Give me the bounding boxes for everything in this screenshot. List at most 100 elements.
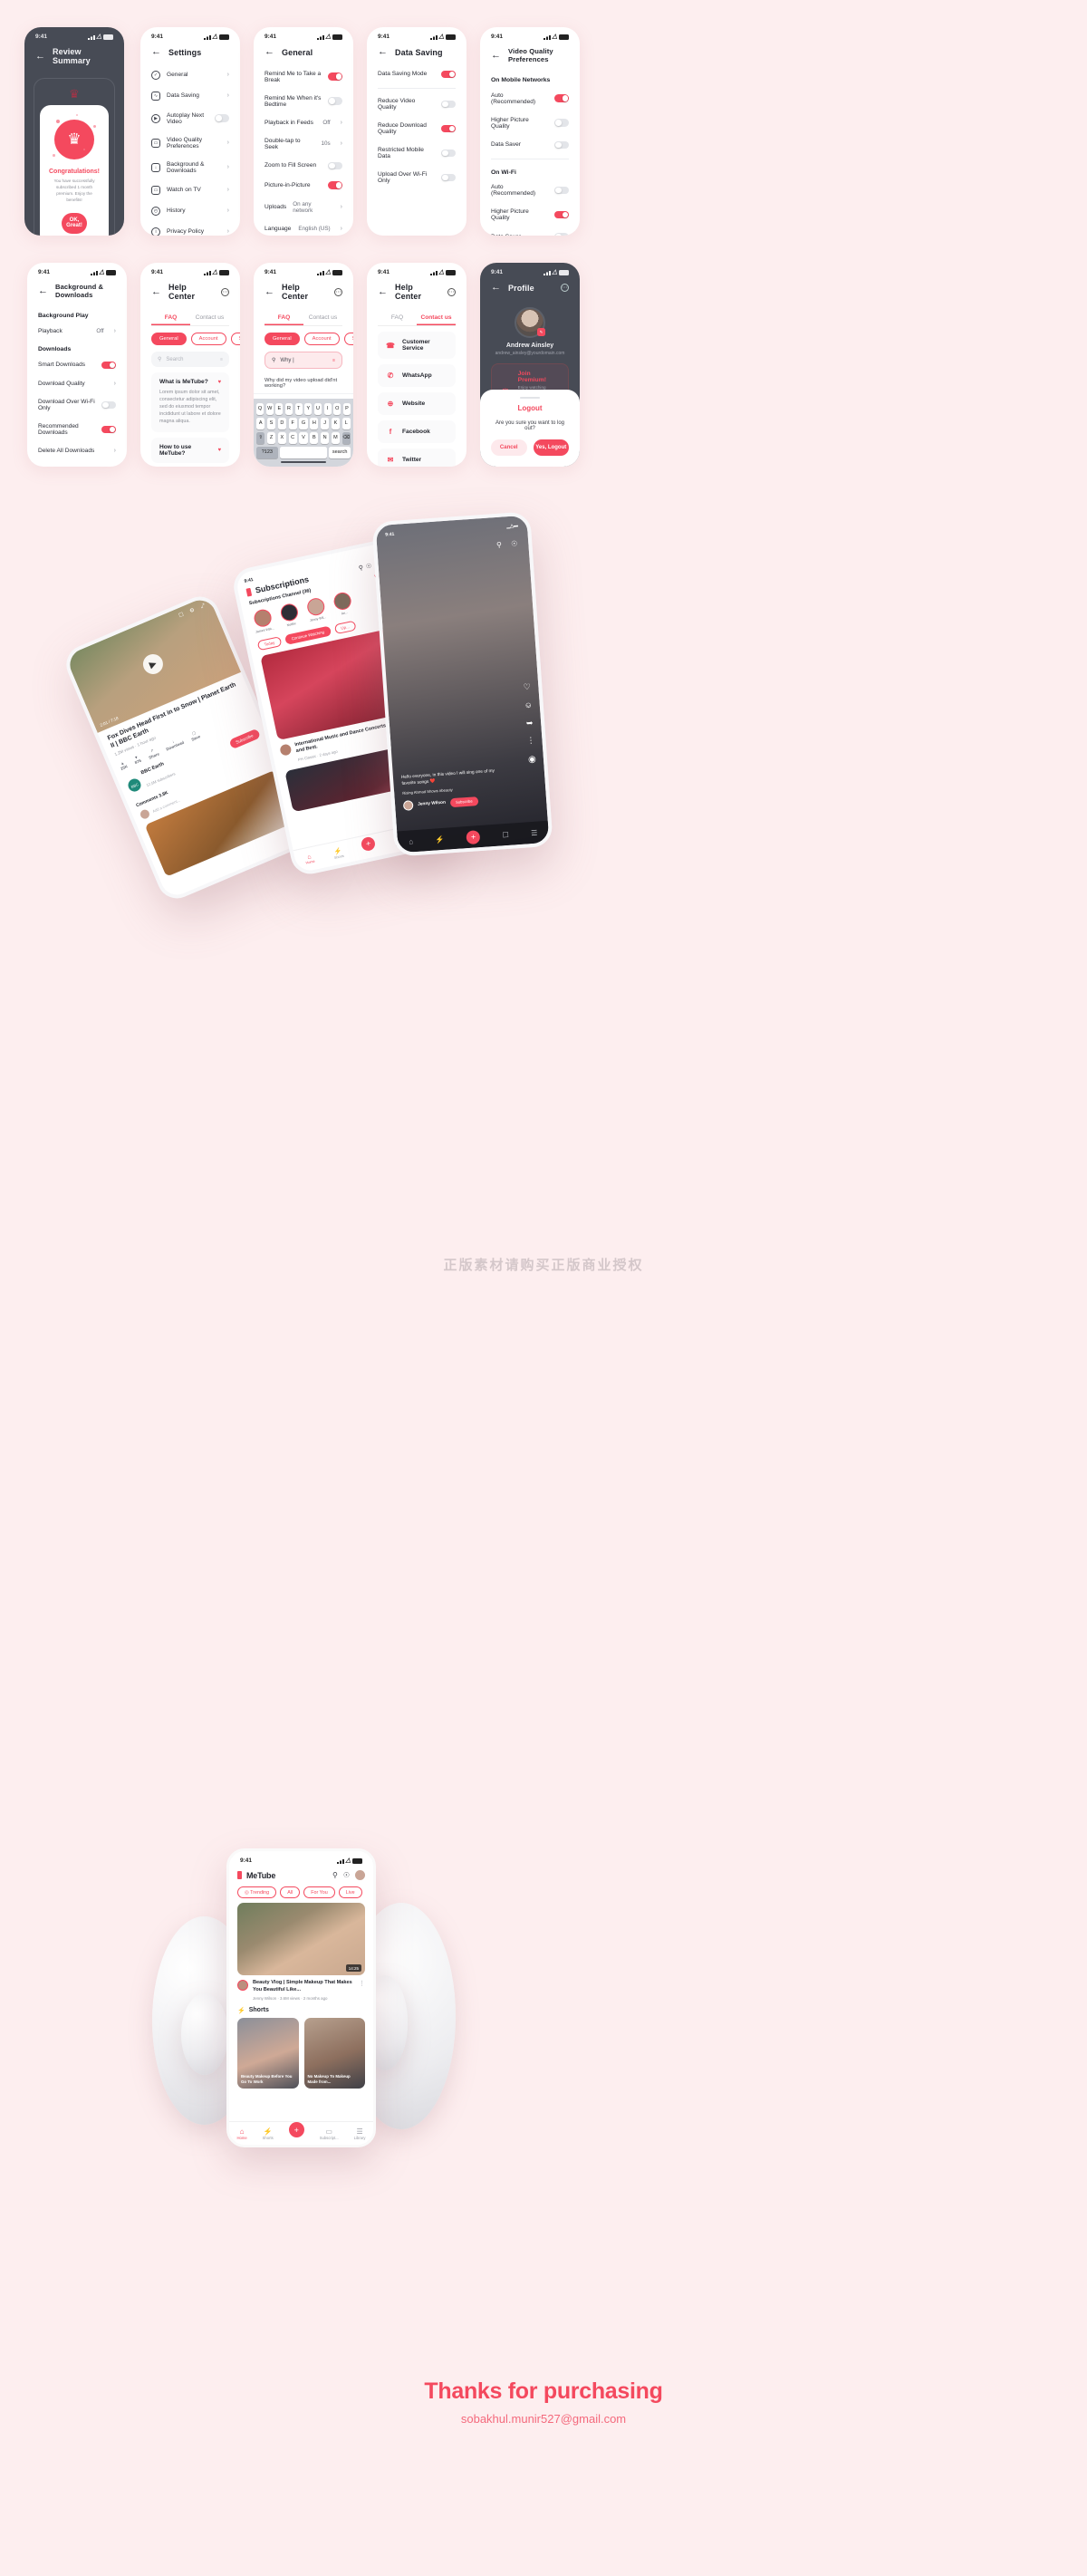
chip-for-you[interactable]: For You xyxy=(303,1886,335,1898)
play-button[interactable]: ▶ xyxy=(139,651,167,678)
more-icon[interactable]: ⋮ xyxy=(526,732,535,750)
toggle-switch[interactable] xyxy=(215,114,229,122)
key-N[interactable]: N xyxy=(320,431,330,444)
data-saving-row[interactable]: Reduce Video Quality xyxy=(367,92,467,117)
yes-logout-button[interactable]: Yes, Logout xyxy=(533,439,569,456)
drag-handle[interactable] xyxy=(520,396,540,399)
filter-icon[interactable]: ≡ xyxy=(332,358,335,363)
share-icon[interactable]: ➥ xyxy=(525,714,534,732)
avatar[interactable] xyxy=(355,1870,365,1880)
key-D[interactable]: D xyxy=(277,417,286,429)
channel-avatar[interactable] xyxy=(332,591,352,612)
video-quality-row[interactable]: Data Saver xyxy=(480,135,580,155)
toggle-switch[interactable] xyxy=(554,186,569,195)
search-suggestion[interactable]: Why did my video upload did'nt working? xyxy=(254,372,353,394)
toggle-switch[interactable] xyxy=(101,361,116,369)
like-icon[interactable]: ♡ xyxy=(523,679,532,697)
settings-row[interactable]: ✓ General › xyxy=(140,64,240,85)
data-saving-row[interactable]: Data Saving Mode xyxy=(367,64,467,84)
key-X[interactable]: X xyxy=(277,431,286,444)
key-W[interactable]: W xyxy=(265,402,274,415)
tab-faq[interactable]: FAQ xyxy=(151,310,190,325)
key-B[interactable]: B xyxy=(310,431,319,444)
download-row[interactable]: Smart Downloads xyxy=(27,355,127,375)
chip-service[interactable]: Service xyxy=(343,333,353,345)
chip-all[interactable]: All xyxy=(280,1886,301,1898)
settings-row[interactable]: ◴ History › xyxy=(140,200,240,221)
player-controls[interactable]: ☐ ⚙ ⤢ xyxy=(178,602,209,621)
row-playback[interactable]: Playback Off › xyxy=(27,322,127,340)
subscribe-button[interactable]: Subscribe xyxy=(227,728,261,750)
video-quality-row[interactable]: Higher Picture Quality xyxy=(480,111,580,135)
key-K[interactable]: K xyxy=(331,417,341,429)
faq-item[interactable]: What is MeTube? ♥ Lorem ipsum dolor sit am… xyxy=(151,372,229,432)
channel-avatar[interactable] xyxy=(252,607,273,629)
nav-library-icon[interactable]: ☰ xyxy=(531,828,538,836)
settings-row[interactable]: ▭ Video Quality Preferences › xyxy=(140,130,240,155)
general-row[interactable]: Remind Me When it's Bedtime xyxy=(254,89,353,113)
toggle-switch[interactable] xyxy=(554,210,569,219)
channel-item[interactable]: Netflix xyxy=(277,602,302,628)
general-row[interactable]: Double-tap to Seek 10s › xyxy=(254,131,353,156)
back-icon[interactable]: ← xyxy=(265,47,274,57)
header-actions[interactable]: ⚲☉ xyxy=(358,562,374,572)
toggle-switch[interactable] xyxy=(554,233,569,236)
nav-create-button[interactable]: + xyxy=(466,829,481,844)
key-H[interactable]: H xyxy=(310,417,319,429)
general-row[interactable]: Picture-in-Picture xyxy=(254,176,353,196)
channel-item[interactable]: An... xyxy=(331,591,355,617)
chip-general[interactable]: General xyxy=(265,333,300,345)
numbers-key[interactable]: ?123 xyxy=(256,446,278,458)
chip-live[interactable]: Live xyxy=(338,1886,362,1898)
avatar[interactable]: ✎ xyxy=(515,307,545,338)
back-icon[interactable]: ← xyxy=(491,50,501,61)
filter-icon[interactable]: ≡ xyxy=(220,357,223,362)
key-E[interactable]: E xyxy=(275,402,284,415)
key-Q[interactable]: Q xyxy=(255,402,265,415)
settings-row[interactable]: i Privacy Policy › xyxy=(140,221,240,236)
more-icon[interactable]: ⋯ xyxy=(447,287,456,296)
space-key[interactable] xyxy=(280,446,327,458)
download-row[interactable]: Delete All Downloads › xyxy=(27,442,127,460)
short-item[interactable]: Beauty Makeup Before You Go To Work xyxy=(237,2017,299,2089)
toggle-switch[interactable] xyxy=(441,149,456,158)
more-icon[interactable]: ⋯ xyxy=(221,287,229,296)
nav-home-icon[interactable]: ⌂ xyxy=(409,837,413,845)
featured-video-thumbnail[interactable]: 14:25 xyxy=(237,1903,365,1975)
faq-item[interactable]: How to use MeTube? ♥ xyxy=(151,437,229,463)
search-key[interactable]: search xyxy=(329,446,351,458)
back-icon[interactable]: ← xyxy=(151,47,161,57)
search-icon[interactable]: ⚲ xyxy=(332,1871,338,1879)
shift-key[interactable]: ⇧ xyxy=(256,431,265,444)
key-S[interactable]: S xyxy=(266,417,276,429)
back-icon[interactable]: ← xyxy=(378,286,388,297)
data-saving-row[interactable]: Restricted Mobile Data xyxy=(367,141,467,166)
ok-great-button[interactable]: OK, Great! xyxy=(62,212,87,234)
author-avatar[interactable] xyxy=(402,800,414,811)
backspace-key[interactable]: ⌫ xyxy=(341,431,351,444)
toggle-switch[interactable] xyxy=(328,161,342,169)
search-input[interactable]: ⚲ Search ≡ xyxy=(151,352,229,367)
subscribe-button[interactable]: Subscribe xyxy=(449,796,478,807)
general-row[interactable]: Remind Me to Take a Break xyxy=(254,64,353,89)
nav-home[interactable]: ⌂ Home xyxy=(304,854,315,864)
more-icon[interactable]: ⋯ xyxy=(561,284,569,292)
key-O[interactable]: O xyxy=(333,402,341,415)
channel-avatar[interactable] xyxy=(305,596,326,618)
back-icon[interactable]: ← xyxy=(378,47,388,57)
general-row[interactable]: Playback in Feeds Off › xyxy=(254,113,353,131)
contact-whatsapp[interactable]: ✆ WhatsApp xyxy=(378,364,456,387)
key-F[interactable]: F xyxy=(288,417,297,429)
bottom-nav[interactable]: ⌂ ⚡ + ☐ ☰ xyxy=(397,820,550,854)
chip-trending[interactable]: ◎ Trending xyxy=(237,1886,277,1898)
settings-row[interactable]: ▶ Autoplay Next Video xyxy=(140,106,240,130)
key-U[interactable]: U xyxy=(313,402,322,415)
nav-create-button[interactable]: + xyxy=(360,835,377,852)
tab-faq[interactable]: FAQ xyxy=(378,310,417,325)
chip-account[interactable]: Account xyxy=(190,333,226,345)
contact-customer-service[interactable]: ☎ Customer Service xyxy=(378,332,456,359)
toggle-switch[interactable] xyxy=(554,119,569,127)
toggle-switch[interactable] xyxy=(441,124,456,133)
heart-icon[interactable]: ♥ xyxy=(217,448,221,453)
nav-shorts-icon[interactable]: ⚡ xyxy=(435,835,445,844)
